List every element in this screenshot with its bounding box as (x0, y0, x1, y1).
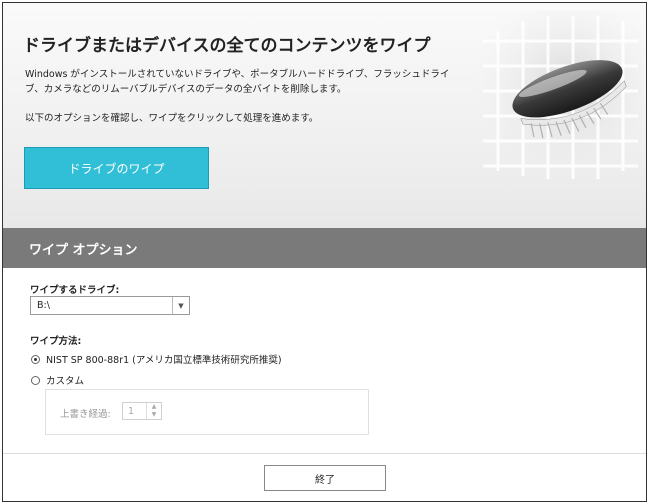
radio-selected-icon[interactable] (31, 354, 40, 364)
close-button[interactable]: 終了 (264, 465, 386, 491)
options-header: ワイプ オプション (3, 228, 646, 268)
drive-select-value: B:\ (37, 300, 50, 311)
hero-instruction: 以下のオプションを確認し、ワイプをクリックして処理を進めます。 (25, 113, 319, 124)
stepper-arrows-icon[interactable]: ▲ ▼ (146, 403, 161, 419)
footer-divider (3, 453, 646, 454)
pass-count-label: 上書き経過: (60, 409, 111, 420)
radio-unselected-icon[interactable] (31, 375, 40, 385)
method-custom-option[interactable]: カスタム (31, 373, 84, 387)
wipe-dialog: ドライブまたはデバイスの全てのコンテンツをワイプ Windows がインストール… (2, 2, 647, 502)
chevron-down-icon[interactable]: ▼ (172, 297, 189, 314)
method-nist-option[interactable]: NIST SP 800-88r1 (アメリカ国立標準技術研究所推奨) (31, 352, 282, 366)
hero-panel: ドライブまたはデバイスの全てのコンテンツをワイプ Windows がインストール… (3, 3, 646, 228)
pass-count-stepper[interactable]: 1 ▲ ▼ (122, 402, 162, 420)
method-nist-label: NIST SP 800-88r1 (アメリカ国立標準技術研究所推奨) (46, 355, 282, 366)
wipe-drive-button[interactable]: ドライブのワイプ (24, 147, 209, 189)
pass-count-value: 1 (128, 406, 135, 417)
brush-eraser-icon (478, 11, 643, 181)
drive-select[interactable]: B:\ ▼ (30, 296, 190, 315)
drive-label: ワイプするドライブ: (30, 285, 120, 296)
page-title: ドライブまたはデバイスの全てのコンテンツをワイプ (23, 36, 431, 56)
custom-options-panel: 上書き経過: 1 ▲ ▼ (45, 389, 369, 435)
method-custom-label: カスタム (46, 376, 85, 387)
options-title: ワイプ オプション (29, 243, 138, 258)
hero-description: Windows がインストールされていないドライブや、ポータブルハードドライブ、… (25, 69, 450, 95)
method-label: ワイプ方法: (30, 336, 82, 347)
